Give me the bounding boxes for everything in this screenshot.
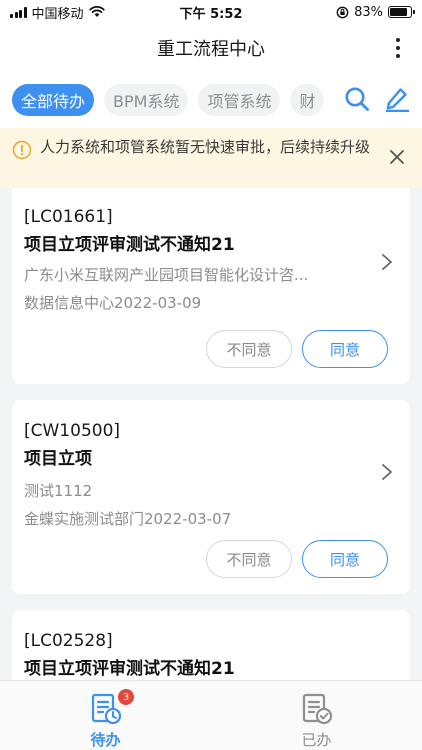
card-subtitle: 测试1112 xyxy=(24,482,93,500)
tab-done[interactable]: 已办 xyxy=(211,681,422,750)
page-title: 重工流程中心 xyxy=(157,39,265,60)
status-right: 83% xyxy=(336,4,415,20)
chevron-right-icon[interactable] xyxy=(380,252,394,272)
status-left: 中国移动 xyxy=(10,3,105,22)
tab-tools xyxy=(342,84,412,114)
card-title: 项目立项评审测试不通知21 xyxy=(24,659,235,679)
search-icon[interactable] xyxy=(342,84,372,114)
close-icon[interactable] xyxy=(388,148,406,166)
filter-tabs: 全部待办 BPM系统 项管系统 财 xyxy=(0,84,340,116)
more-options-icon[interactable] xyxy=(388,34,408,62)
card-title: 项目立项 xyxy=(24,449,92,469)
approve-button[interactable]: 同意 xyxy=(302,330,388,368)
tab-finance[interactable]: 财 xyxy=(290,84,325,116)
card-code: [CW10500] xyxy=(24,421,121,441)
card-code: [LC01661] xyxy=(24,207,113,227)
wifi-icon xyxy=(88,6,105,17)
orientation-lock-icon xyxy=(336,6,349,18)
card-actions: 不同意 同意 xyxy=(206,540,388,578)
tab-project-system[interactable]: 项管系统 xyxy=(198,84,281,116)
approval-card[interactable]: [LC02528] 项目立项评审测试不通知21 xyxy=(12,610,410,690)
pending-list-icon xyxy=(91,693,121,725)
approval-card[interactable]: [LC01661] 项目立项评审测试不通知21 广东小米互联网产业园项目智能化设… xyxy=(12,188,410,384)
card-code: [LC02528] xyxy=(24,631,113,651)
signal-icon xyxy=(10,6,27,18)
tab-done-label: 已办 xyxy=(301,731,332,749)
approval-card[interactable]: [CW10500] 项目立项 测试1112 金蝶实施测试部门2022-03-07… xyxy=(12,400,410,594)
notice-text: 人力系统和项管系统暂无快速审批，后续持续升级 xyxy=(40,138,371,156)
tab-pending-label: 待办 xyxy=(90,731,121,749)
chevron-right-icon[interactable] xyxy=(380,462,394,482)
card-actions: 不同意 同意 xyxy=(206,330,388,368)
edit-icon[interactable] xyxy=(382,84,412,114)
tab-pending[interactable]: 3 待办 xyxy=(0,681,211,750)
tab-strip: 全部待办 BPM系统 项管系统 财 xyxy=(0,72,422,128)
tab-bpm-system[interactable]: BPM系统 xyxy=(104,84,189,116)
status-bar: 中国移动 下午 5:52 83% xyxy=(0,0,422,24)
info-icon xyxy=(12,140,32,160)
pending-count-badge: 3 xyxy=(118,689,134,705)
reject-button[interactable]: 不同意 xyxy=(206,540,292,578)
battery-icon xyxy=(388,6,415,18)
carrier-label: 中国移动 xyxy=(31,6,84,22)
card-dept-date: 金蝶实施测试部门2022-03-07 xyxy=(24,510,232,528)
bottom-nav: 3 待办 已办 xyxy=(0,680,422,750)
tab-all-pending[interactable]: 全部待办 xyxy=(12,84,95,116)
card-dept-date: 数据信息中心2022-03-09 xyxy=(24,294,202,312)
card-subtitle: 广东小米互联网产业园项目智能化设计咨... xyxy=(24,266,309,284)
card-title: 项目立项评审测试不通知21 xyxy=(24,235,235,255)
done-list-icon xyxy=(302,693,332,725)
reject-button[interactable]: 不同意 xyxy=(206,330,292,368)
nav-bar: 重工流程中心 xyxy=(0,24,422,72)
battery-percent: 83% xyxy=(354,4,383,20)
approve-button[interactable]: 同意 xyxy=(302,540,388,578)
notice-banner: 人力系统和项管系统暂无快速审批，后续持续升级 xyxy=(0,128,422,188)
